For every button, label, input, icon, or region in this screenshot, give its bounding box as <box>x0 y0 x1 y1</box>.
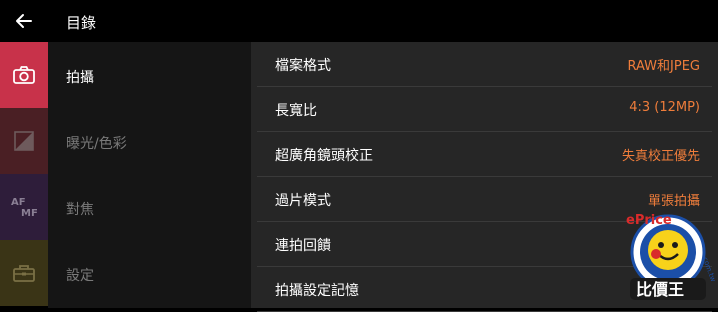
camera-icon <box>13 66 35 84</box>
setting-label: 超廣角鏡頭校正 <box>275 148 373 164</box>
setting-label: 長寬比 <box>275 103 317 119</box>
back-button[interactable] <box>14 11 34 31</box>
page-title: 目錄 <box>66 14 97 32</box>
boxing-glove-icon <box>651 249 661 259</box>
category-list: 拍攝 曝光/色彩 對焦 設定 <box>48 42 251 308</box>
setting-row-aspect-ratio[interactable]: 長寬比 4:3 (12MP) <box>257 87 712 132</box>
setting-label: 拍攝設定記憶 <box>275 283 359 299</box>
setting-value: RAW和JPEG <box>627 59 700 74</box>
eprice-watermark-logo: ePrice .com.tw 比價王 <box>612 204 717 304</box>
nav-item-setup[interactable]: 設定 <box>66 265 94 285</box>
svg-text:ePrice: ePrice <box>626 213 672 228</box>
svg-text:比價王: 比價王 <box>636 280 684 299</box>
toolbox-icon <box>13 265 35 282</box>
nav-item-exposure-color[interactable]: 曝光/色彩 <box>66 133 127 153</box>
rail-item-settings[interactable] <box>0 240 48 306</box>
top-app-bar: 目錄 <box>0 0 718 42</box>
setting-row-lens-correction[interactable]: 超廣角鏡頭校正 失真校正優先 <box>257 132 712 177</box>
setting-label: 連拍回饋 <box>275 238 331 254</box>
af-mf-icon: AF MF <box>11 197 38 219</box>
svg-text:AF: AF <box>11 197 26 208</box>
setting-label: 檔案格式 <box>275 58 331 74</box>
setting-value: 失真校正優先 <box>621 149 700 164</box>
category-icon-rail: AF MF <box>0 42 48 308</box>
svg-text:MF: MF <box>21 208 38 219</box>
setting-label: 過片模式 <box>275 193 331 209</box>
exposure-icon <box>14 131 34 151</box>
setting-value: 4:3 (12MP) <box>629 100 700 115</box>
arrow-left-icon <box>16 14 32 28</box>
nav-item-focus[interactable]: 對焦 <box>66 199 94 219</box>
rail-item-focus[interactable]: AF MF <box>0 174 48 240</box>
rail-item-exposure[interactable] <box>0 108 48 174</box>
nav-item-shooting[interactable]: 拍攝 <box>66 67 94 87</box>
rail-item-camera[interactable] <box>0 42 48 108</box>
setting-row-file-format[interactable]: 檔案格式 RAW和JPEG <box>257 42 712 87</box>
